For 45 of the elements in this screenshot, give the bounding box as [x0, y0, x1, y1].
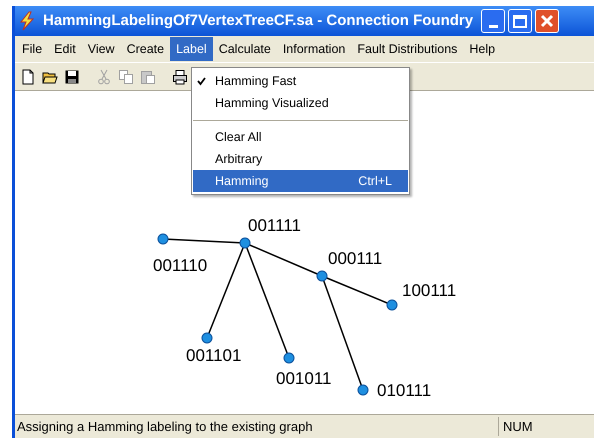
item-label: Hamming Visualized [215, 94, 330, 112]
new-file-icon[interactable] [20, 68, 36, 84]
check-icon [197, 76, 206, 86]
menu-item[interactable]: Create [120, 37, 170, 61]
num-lock-indicator: NUM [498, 416, 536, 436]
graph-node[interactable] [358, 384, 368, 396]
dropdown-item[interactable]: Hamming Ctrl+L [193, 170, 408, 192]
dropdown-item[interactable]: Arbitrary [193, 148, 408, 170]
dropdown-item[interactable]: Clear All [193, 126, 408, 148]
node-label: 001011 [276, 369, 332, 388]
lightning-bolt-icon [17, 11, 37, 31]
graph-node[interactable] [284, 352, 294, 364]
status-message: Assigning a Hamming labeling to the existing graph [16, 418, 314, 436]
item-label: Hamming Fast [215, 72, 298, 90]
item-label: Arbitrary [215, 150, 264, 168]
menu-item[interactable]: View [82, 37, 121, 61]
close-button[interactable] [535, 9, 560, 33]
node-label: 000111 [328, 249, 382, 268]
node-label: 001111 [248, 216, 301, 235]
graph-node[interactable] [158, 234, 168, 244]
window-title: HammingLabelingOf7VertexTreeCF.sa - Connection Foundry [43, 10, 474, 31]
item-label: Hamming [215, 172, 270, 190]
maximize-button[interactable] [508, 9, 532, 33]
node-label: 001101 [186, 346, 242, 365]
node-label: 010111 [377, 381, 432, 400]
shortcut-label: Ctrl+L [358, 172, 392, 190]
dropdown-item[interactable]: Hamming Fast [193, 70, 408, 92]
graph-node[interactable] [240, 238, 250, 248]
graph-node[interactable] [386, 300, 398, 310]
node-label: 001110 [153, 256, 208, 275]
graph-node[interactable] [316, 270, 328, 282]
item-label: Clear All [215, 128, 263, 146]
menu-item[interactable]: Fault Distributions [351, 37, 464, 61]
menu-item[interactable]: Help [463, 37, 502, 61]
minimize-button[interactable] [481, 9, 506, 33]
menu-item[interactable]: File [16, 37, 48, 61]
menu-item[interactable]: Calculate [212, 37, 277, 61]
menu-item[interactable]: Information [276, 37, 352, 61]
graph-node[interactable] [202, 332, 212, 344]
close-icon [540, 14, 554, 28]
menu-item[interactable]: Label [170, 37, 213, 61]
dropdown-item[interactable]: Hamming Visualized [193, 92, 408, 114]
menu-item[interactable]: Edit [48, 37, 82, 61]
node-label: 100111 [402, 281, 456, 300]
printer-icon[interactable] [172, 68, 188, 84]
